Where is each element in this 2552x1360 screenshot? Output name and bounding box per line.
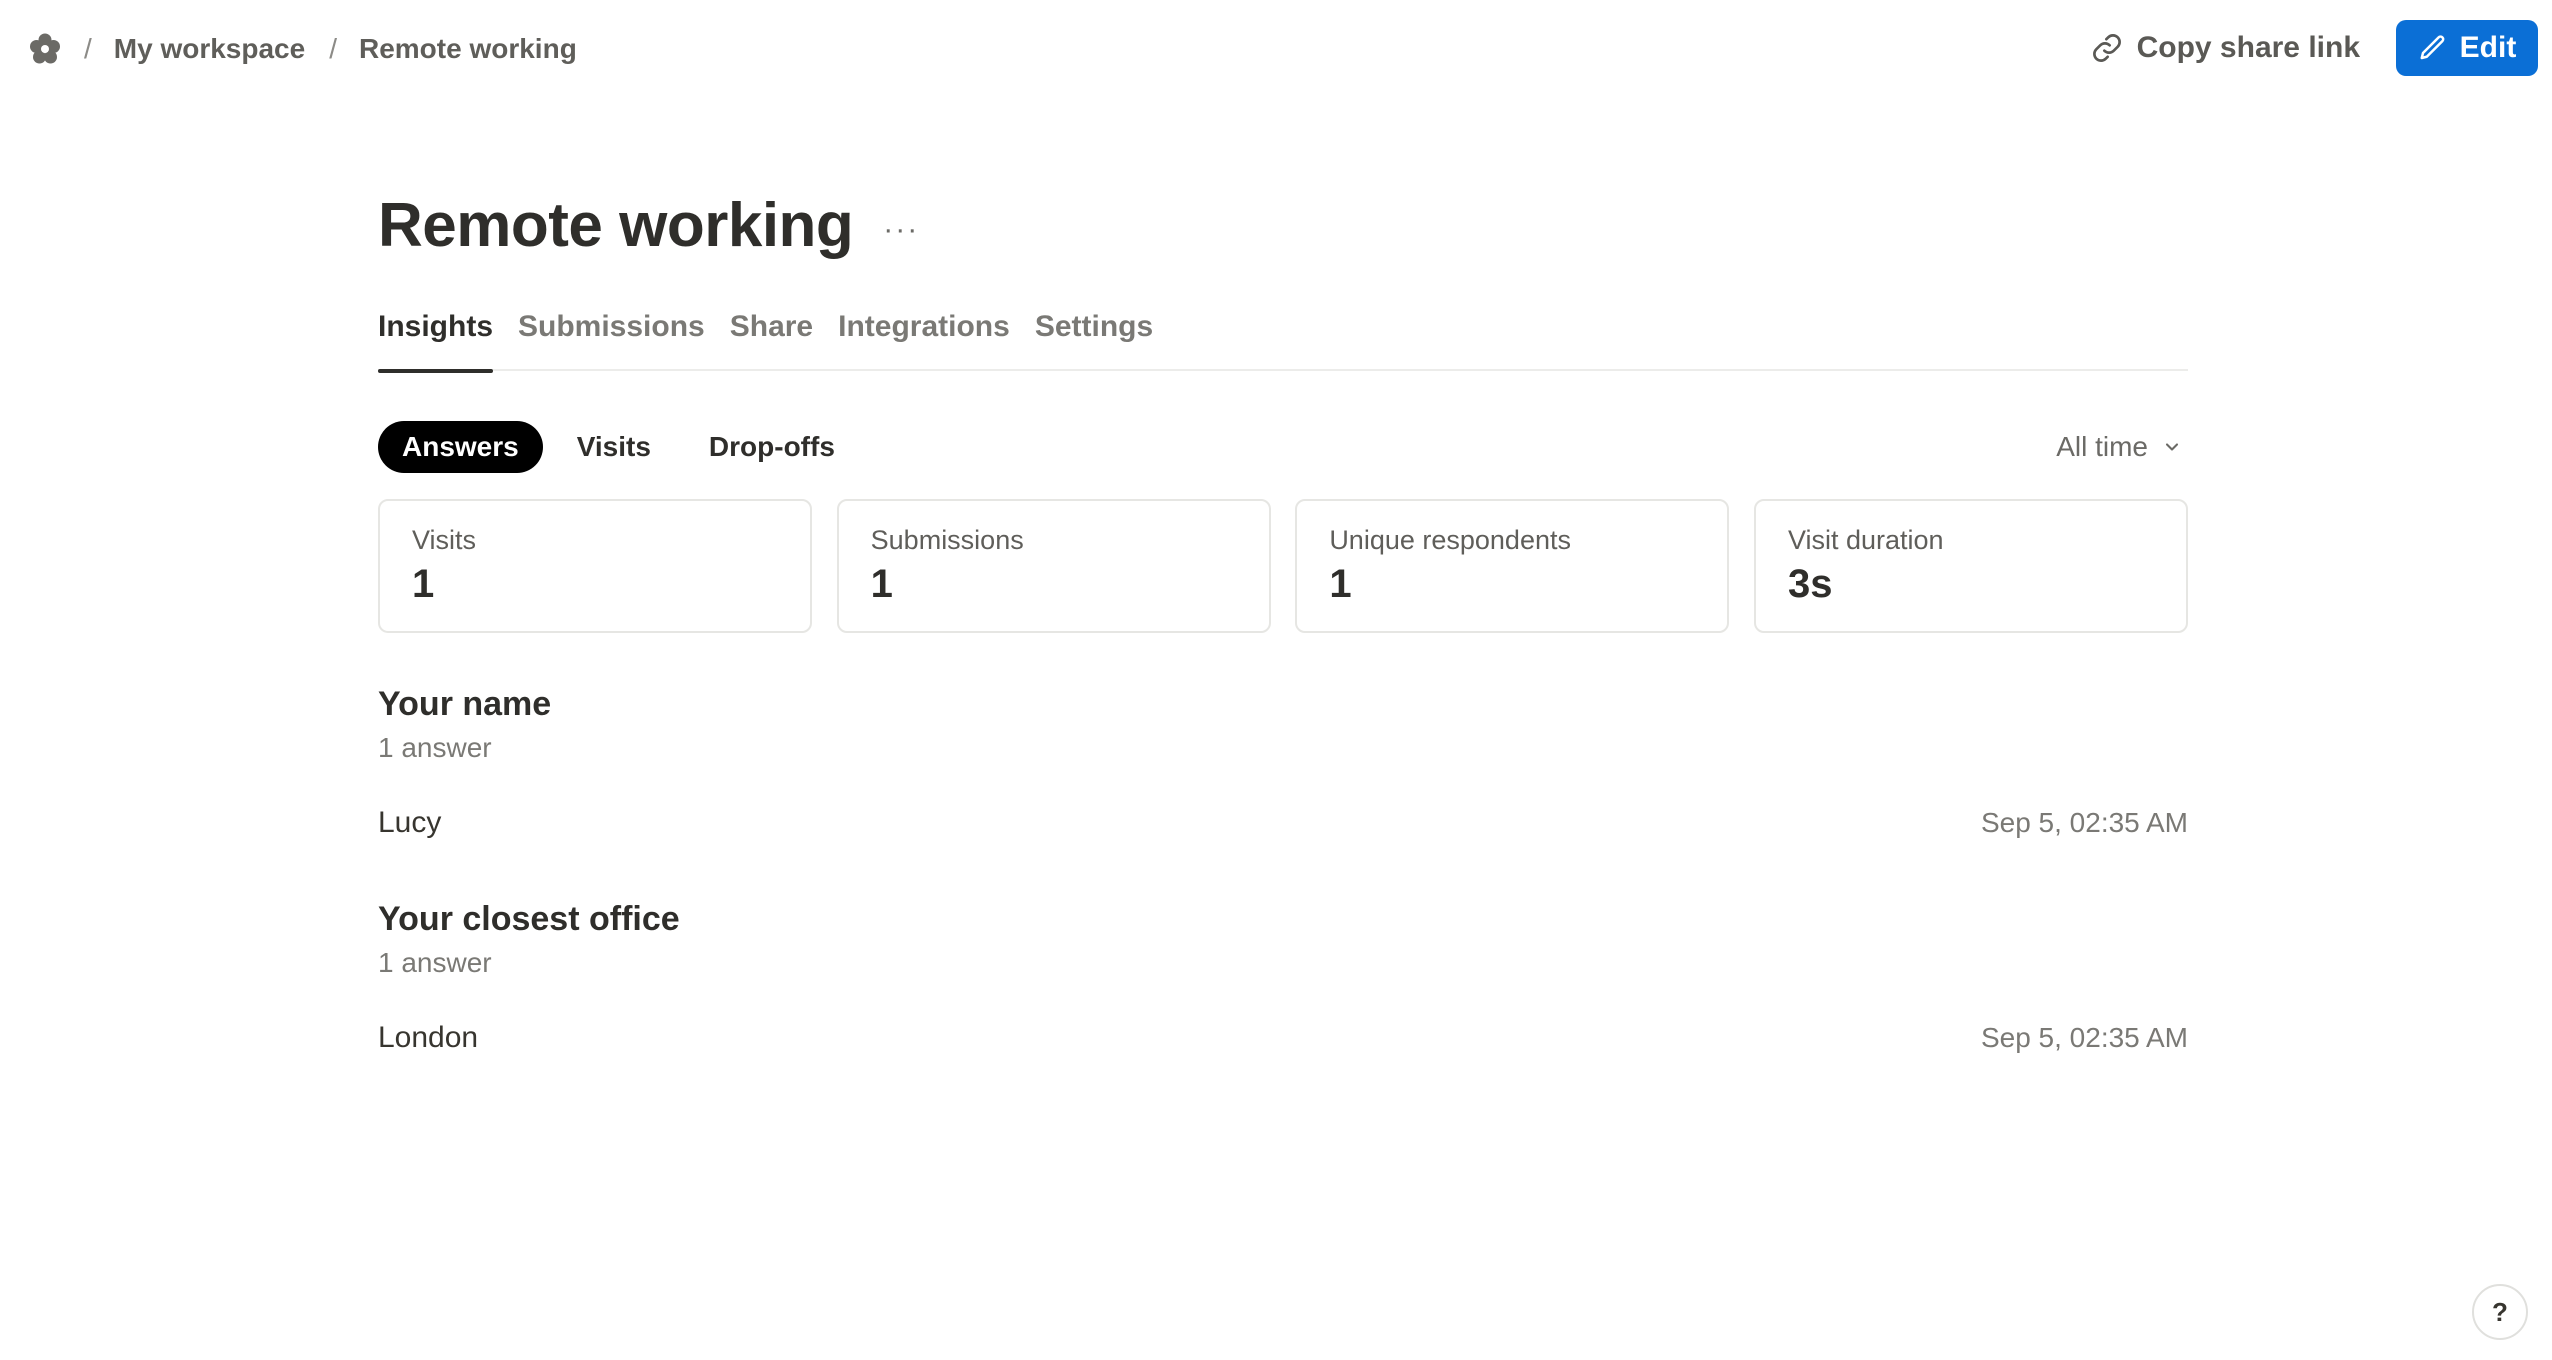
subtab-drop-offs[interactable]: Drop-offs bbox=[685, 421, 859, 473]
subtab-visits[interactable]: Visits bbox=[553, 421, 675, 473]
flower-logo-icon[interactable] bbox=[28, 32, 62, 66]
title-row: Remote working ··· bbox=[378, 180, 2188, 270]
edit-label: Edit bbox=[2459, 31, 2517, 64]
stat-value: 3s bbox=[1787, 562, 1833, 606]
stat-label: Visit duration bbox=[1787, 525, 1944, 555]
copy-share-link-button[interactable]: Copy share link bbox=[2091, 31, 2360, 65]
top-actions: Copy share link Edit bbox=[2091, 20, 2538, 76]
stat-value: 1 bbox=[1329, 562, 1352, 606]
stat-card-visits: Visits 1 bbox=[378, 499, 812, 633]
edit-button[interactable]: Edit bbox=[2396, 20, 2538, 76]
stat-value: 1 bbox=[412, 562, 435, 606]
stat-card-unique-respondents: Unique respondents 1 bbox=[1295, 499, 1730, 633]
top-bar: / My workspace / Remote working Copy sha… bbox=[0, 0, 2552, 100]
question-block-closest-office: Your closest office 1 answer London Sep … bbox=[378, 900, 2188, 1055]
stat-card-submissions: Submissions 1 bbox=[836, 499, 1271, 633]
breadcrumb-workspace[interactable]: My workspace bbox=[114, 33, 305, 65]
page-title: Remote working bbox=[378, 190, 854, 260]
answer-row: Lucy Sep 5, 02:35 AM bbox=[378, 806, 2188, 840]
tab-share[interactable]: Share bbox=[730, 302, 813, 371]
breadcrumb-separator: / bbox=[329, 33, 337, 64]
stat-value: 1 bbox=[870, 562, 893, 606]
subtabs-row: Answers Visits Drop-offs All time bbox=[378, 421, 2188, 473]
tab-bar: Insights Submissions Share Integrations … bbox=[378, 302, 2188, 373]
answer-timestamp: Sep 5, 02:35 AM bbox=[1980, 807, 2188, 838]
tab-settings[interactable]: Settings bbox=[1035, 302, 1153, 371]
breadcrumb-current[interactable]: Remote working bbox=[359, 33, 577, 65]
stat-card-visit-duration: Visit duration 3s bbox=[1753, 499, 2188, 633]
time-range-dropdown[interactable]: All time bbox=[2056, 421, 2188, 473]
stat-label: Unique respondents bbox=[1329, 525, 1571, 555]
tab-integrations[interactable]: Integrations bbox=[838, 302, 1010, 371]
question-title: Your closest office bbox=[378, 900, 680, 938]
question-title: Your name bbox=[378, 685, 552, 723]
copy-share-link-label: Copy share link bbox=[2136, 31, 2360, 64]
stats-cards: Visits 1 Submissions 1 Unique respondent… bbox=[378, 499, 2188, 633]
subtab-answers[interactable]: Answers bbox=[378, 421, 543, 473]
more-options-button[interactable]: ··· bbox=[883, 213, 919, 247]
pencil-icon bbox=[2420, 35, 2445, 60]
breadcrumb: / My workspace / Remote working bbox=[28, 26, 577, 72]
chevron-down-icon bbox=[2165, 443, 2179, 451]
answer-count: 1 answer bbox=[378, 947, 492, 978]
answer-text: Lucy bbox=[378, 806, 442, 839]
tab-submissions[interactable]: Submissions bbox=[518, 302, 705, 371]
answer-text: London bbox=[378, 1021, 479, 1054]
main-content: Remote working ··· Insights Submissions … bbox=[378, 180, 2188, 1055]
help-button[interactable]: ? bbox=[2472, 1284, 2528, 1340]
tab-insights[interactable]: Insights bbox=[378, 302, 494, 373]
answer-row: London Sep 5, 02:35 AM bbox=[378, 1021, 2188, 1055]
stat-label: Submissions bbox=[870, 525, 1024, 555]
breadcrumb-separator: / bbox=[84, 33, 92, 64]
stat-label: Visits bbox=[412, 525, 477, 555]
answer-count: 1 answer bbox=[378, 732, 492, 763]
time-range-label: All time bbox=[2056, 431, 2148, 462]
question-block-your-name: Your name 1 answer Lucy Sep 5, 02:35 AM bbox=[378, 685, 2188, 840]
answer-timestamp: Sep 5, 02:35 AM bbox=[1980, 1022, 2188, 1053]
link-icon bbox=[2092, 34, 2121, 62]
